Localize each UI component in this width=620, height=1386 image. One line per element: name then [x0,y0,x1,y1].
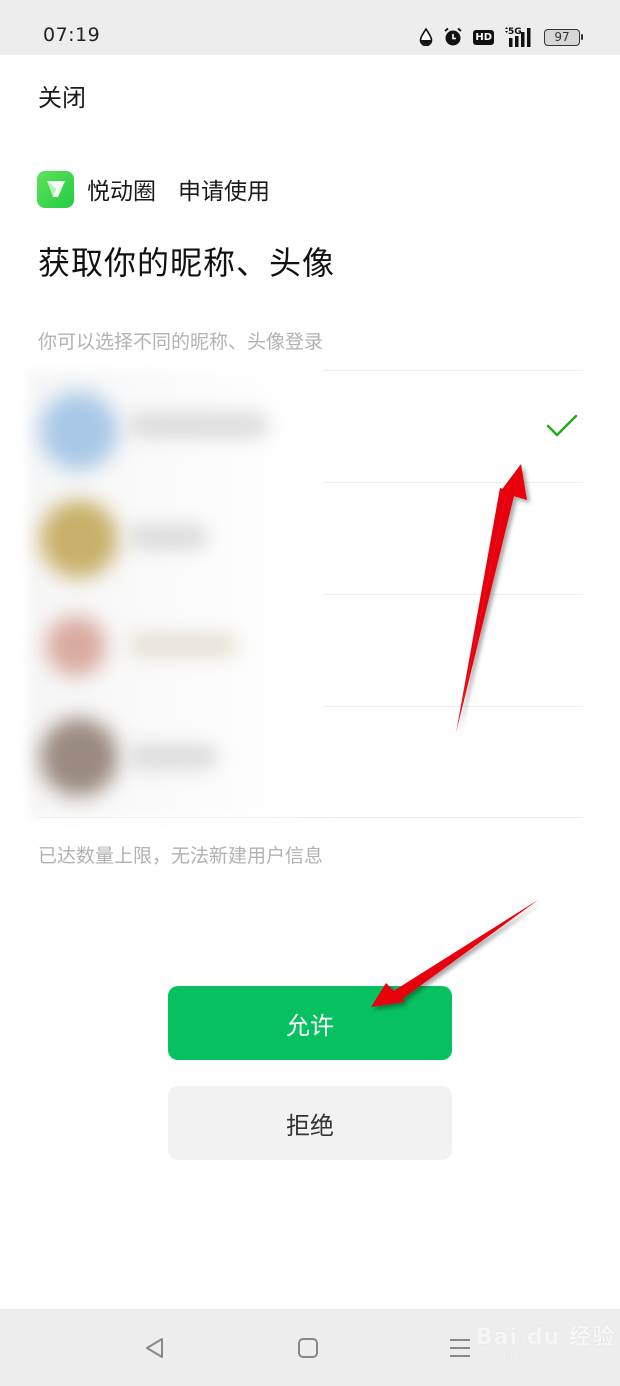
avatar [40,392,118,470]
avatar [40,500,118,578]
watermark: Bai du 经验 jingyan.baidu.com [476,1319,615,1360]
close-button[interactable]: 关闭 [38,78,86,113]
profile-nickname [128,412,268,438]
divider [323,594,583,595]
app-logo-icon [37,170,74,208]
home-icon[interactable] [293,1333,323,1363]
alarm-icon [443,27,463,47]
svg-text:5G: 5G [508,27,522,37]
allow-button[interactable]: 允许 [168,986,452,1060]
status-time: 07:19 [43,24,101,46]
menu-icon[interactable] [445,1333,475,1363]
water-drop-icon [419,28,433,46]
avatar [46,616,106,676]
page-title: 获取你的昵称、头像 [38,244,336,282]
divider [38,817,583,818]
deny-button[interactable]: 拒绝 [168,1086,452,1160]
profile-nickname [128,744,218,770]
app-request-row: 悦动圈 申请使用 [37,170,270,208]
divider [323,482,583,483]
profile-nickname [128,632,238,658]
status-icons: HD 5G 97 [419,24,583,50]
app-name: 悦动圈 [87,179,156,205]
5g-signal-icon: 5G [504,26,534,48]
profile-item[interactable] [28,706,583,818]
back-icon[interactable] [140,1333,170,1363]
limit-note: 已达数量上限，无法新建用户信息 [38,845,324,867]
profile-item[interactable] [28,482,583,594]
profile-item[interactable] [28,594,583,706]
profile-list [28,370,583,818]
hd-icon: HD [473,29,494,45]
status-bar: 07:19 HD 5G 97 [0,0,620,55]
battery-icon: 97 [544,28,583,46]
check-icon [546,414,578,442]
divider [323,706,583,707]
divider [323,370,583,371]
profile-item[interactable] [28,370,583,482]
profile-nickname [128,524,208,550]
page-subtitle: 你可以选择不同的昵称、头像登录 [38,331,324,353]
watermark-brand: Bai du 经验 [476,1325,615,1350]
system-nav-bar: Bai du 经验 jingyan.baidu.com [0,1309,620,1386]
avatar [40,718,118,796]
app-request-label: 申请使用 [178,179,270,205]
